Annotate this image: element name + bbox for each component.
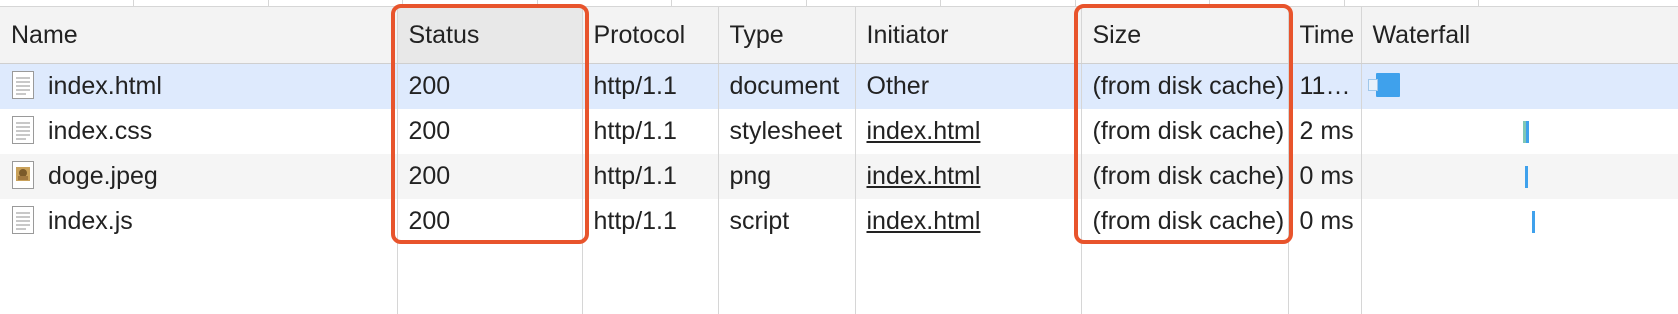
- file-name: index.js: [48, 206, 133, 235]
- column-header-waterfall[interactable]: Waterfall: [1361, 7, 1678, 64]
- protocol-cell: http/1.1: [582, 109, 719, 154]
- table-header-row: Name Status Protocol Type Initiator Size…: [0, 7, 1678, 64]
- table-row[interactable]: index.css 200 http/1.1 stylesheet index.…: [0, 109, 1678, 154]
- column-header-initiator[interactable]: Initiator: [855, 7, 1082, 64]
- initiator-cell[interactable]: index.html: [855, 154, 1082, 199]
- file-name: doge.jpeg: [48, 161, 158, 190]
- size-cell: (from disk cache): [1081, 199, 1289, 244]
- protocol-cell: http/1.1: [582, 154, 719, 199]
- script-file-icon: [12, 206, 34, 235]
- column-header-status[interactable]: Status: [397, 7, 583, 64]
- initiator-link[interactable]: index.html: [867, 207, 981, 235]
- empty-cell: [0, 244, 398, 314]
- name-cell[interactable]: index.js: [0, 199, 398, 244]
- empty-cell: [718, 244, 856, 314]
- size-cell: (from disk cache): [1081, 154, 1289, 199]
- timeline-overview-strip: [0, 0, 1678, 7]
- image-file-icon: [12, 161, 34, 190]
- type-cell: png: [718, 154, 856, 199]
- empty-cell: [582, 244, 719, 314]
- waterfall-cell: [1361, 199, 1678, 244]
- empty-cell: [855, 244, 1082, 314]
- empty-cell: [1361, 244, 1678, 314]
- document-file-icon: [12, 71, 34, 100]
- waterfall-bar-outline: [1367, 79, 1378, 91]
- column-header-size[interactable]: Size: [1081, 7, 1289, 64]
- time-cell: 2 ms: [1288, 109, 1362, 154]
- initiator-link[interactable]: index.html: [867, 162, 981, 190]
- type-cell: stylesheet: [718, 109, 856, 154]
- protocol-cell: http/1.1: [582, 199, 719, 244]
- file-name: index.css: [48, 116, 153, 145]
- type-cell: document: [718, 63, 856, 109]
- empty-cell: [1081, 244, 1289, 314]
- column-header-name[interactable]: Name: [0, 7, 398, 64]
- table-row[interactable]: doge.jpeg 200 http/1.1 png index.html (f…: [0, 154, 1678, 199]
- initiator-cell: Other: [855, 63, 1082, 109]
- initiator-cell[interactable]: index.html: [855, 109, 1082, 154]
- waterfall-cell: [1361, 154, 1678, 199]
- status-cell: 200: [397, 199, 583, 244]
- table-row[interactable]: index.html 200 http/1.1 document Other (…: [0, 63, 1678, 109]
- name-cell[interactable]: index.css: [0, 109, 398, 154]
- column-header-type[interactable]: Type: [718, 7, 856, 64]
- waterfall-bar: [1525, 121, 1529, 143]
- empty-cell: [397, 244, 583, 314]
- time-cell: 0 ms: [1288, 199, 1362, 244]
- file-name: index.html: [48, 71, 162, 100]
- waterfall-bar: [1524, 166, 1528, 188]
- waterfall-bar: [1531, 211, 1535, 233]
- status-cell: 200: [397, 154, 583, 199]
- status-cell: 200: [397, 109, 583, 154]
- initiator-link[interactable]: index.html: [867, 117, 981, 145]
- waterfall-cell: [1361, 109, 1678, 154]
- column-header-time[interactable]: Time: [1288, 7, 1362, 64]
- initiator-cell[interactable]: index.html: [855, 199, 1082, 244]
- time-cell: 0 ms: [1288, 154, 1362, 199]
- waterfall-cell: [1361, 63, 1678, 109]
- network-requests-table: Name Status Protocol Type Initiator Size…: [0, 7, 1678, 314]
- name-cell[interactable]: doge.jpeg: [0, 154, 398, 199]
- protocol-cell: http/1.1: [582, 63, 719, 109]
- table-row[interactable]: index.js 200 http/1.1 script index.html …: [0, 199, 1678, 244]
- time-cell: 11…: [1288, 63, 1362, 109]
- waterfall-bar: [1375, 73, 1400, 97]
- type-cell: script: [718, 199, 856, 244]
- empty-row: [0, 244, 1678, 314]
- column-header-protocol[interactable]: Protocol: [582, 7, 719, 64]
- status-cell: 200: [397, 63, 583, 109]
- size-cell: (from disk cache): [1081, 63, 1289, 109]
- empty-cell: [1288, 244, 1362, 314]
- name-cell[interactable]: index.html: [0, 63, 398, 109]
- stylesheet-file-icon: [12, 116, 34, 145]
- size-cell: (from disk cache): [1081, 109, 1289, 154]
